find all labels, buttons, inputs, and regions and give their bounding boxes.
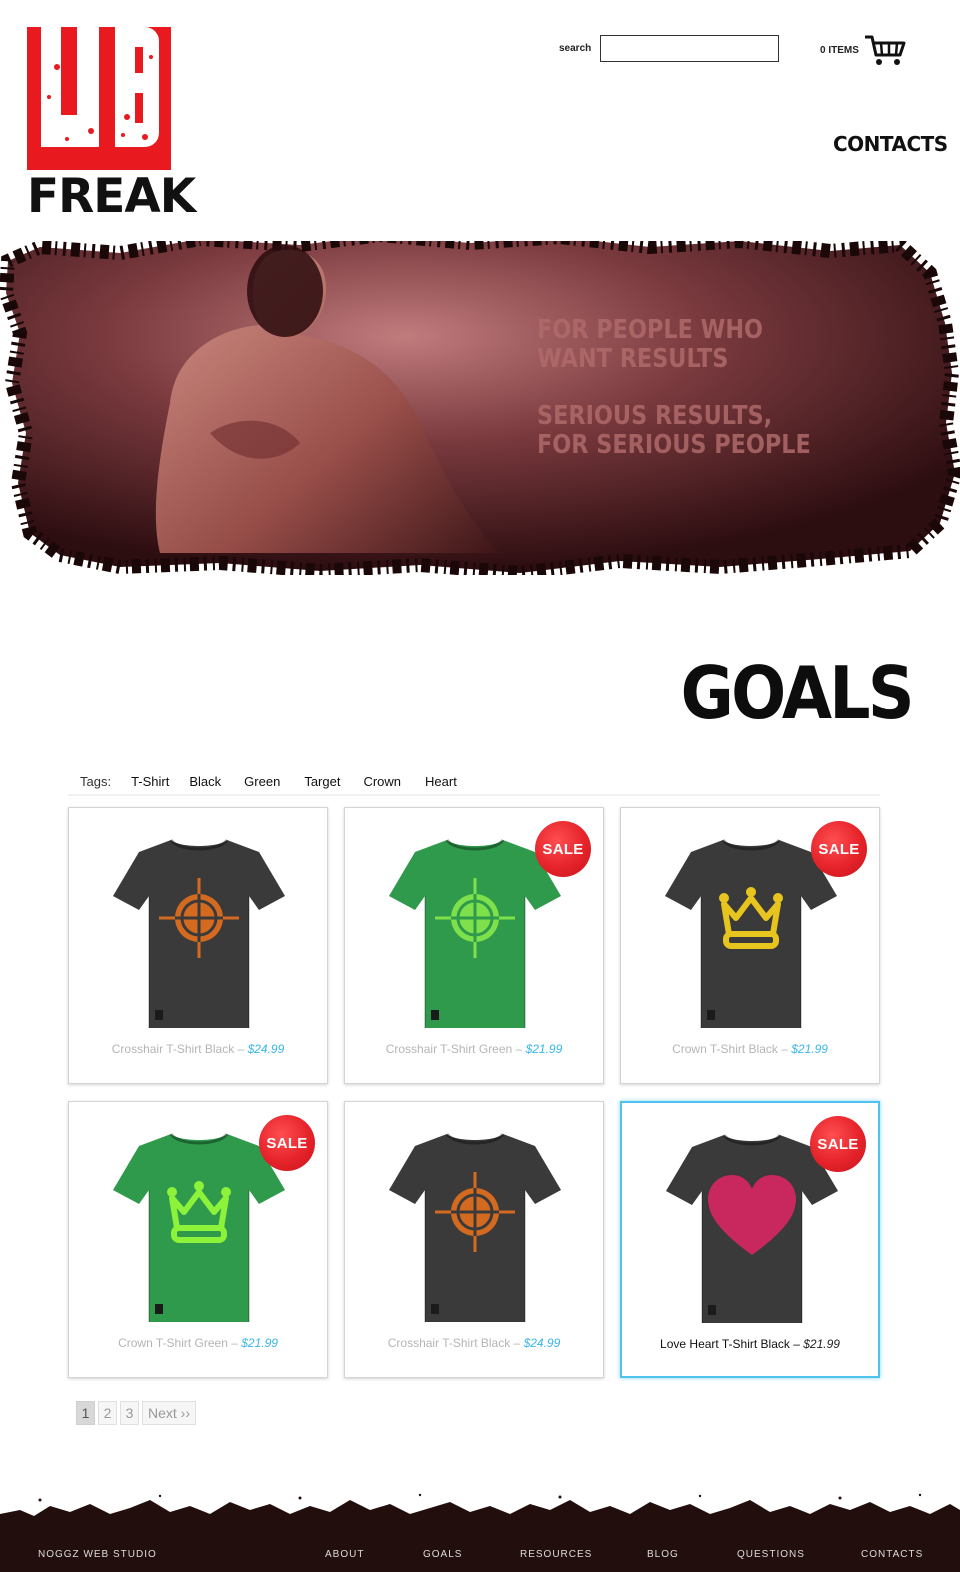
tag-target[interactable]: Target xyxy=(304,774,340,789)
tshirt-image[interactable] xyxy=(661,834,841,1034)
site-logo[interactable]: UB FREAK xyxy=(27,27,196,224)
tags-label: Tags: xyxy=(80,773,112,789)
tag-green[interactable]: Green xyxy=(244,774,280,789)
sale-badge: SALE xyxy=(810,1116,866,1172)
product-price: $24.99 xyxy=(247,1042,285,1056)
product-separator: – xyxy=(234,1042,248,1056)
page-title: GOALS xyxy=(680,651,915,735)
product-name[interactable]: Crosshair T-Shirt Black xyxy=(388,1336,510,1350)
hero-text-line-4: FOR SERIOUS PEOPLE xyxy=(537,430,811,460)
product-card[interactable]: SALE Love Heart T-Shirt Black – $21.99 xyxy=(620,1101,880,1378)
product-separator: – xyxy=(789,1337,804,1351)
page-3-button[interactable]: 3 xyxy=(120,1401,139,1425)
product-price: $21.99 xyxy=(791,1042,828,1056)
product-separator: – xyxy=(510,1336,524,1350)
tags-bar: Tags: T-Shirt Black Green Target Crown H… xyxy=(68,768,880,796)
hero-banner: FOR PEOPLE WHO WANT RESULTS SERIOUS RESU… xyxy=(0,233,960,583)
product-name[interactable]: Crosshair T-Shirt Black xyxy=(112,1042,234,1056)
tag-heart[interactable]: Heart xyxy=(425,774,457,789)
tshirt-image[interactable] xyxy=(385,1128,565,1328)
tag-black[interactable]: Black xyxy=(189,774,221,789)
sale-badge: SALE xyxy=(811,821,867,877)
tag-t-shirt[interactable]: T-Shirt xyxy=(131,774,169,789)
search-label: search xyxy=(559,43,592,54)
page-1-button[interactable]: 1 xyxy=(76,1401,95,1425)
tshirt-image[interactable] xyxy=(109,834,289,1034)
footer-nav-resources[interactable]: RESOURCES xyxy=(520,1549,592,1560)
footer-brand[interactable]: NOGGZ WEB STUDIO xyxy=(38,1549,157,1560)
hero-text-line-2: WANT RESULTS xyxy=(537,344,729,374)
product-caption[interactable]: Crown T-Shirt Green – $21.99 xyxy=(69,1336,327,1350)
product-card[interactable]: SALE Crown T-Shirt Green – $21.99 xyxy=(68,1101,328,1378)
product-card[interactable]: Crosshair T-Shirt Black – $24.99 xyxy=(344,1101,604,1378)
sale-badge: SALE xyxy=(535,821,591,877)
logo-ub-block: UB xyxy=(27,27,171,170)
shopping-cart-icon[interactable] xyxy=(864,33,906,67)
footer-nav-questions[interactable]: QUESTIONS xyxy=(737,1549,805,1560)
footer-nav-goals[interactable]: GOALS xyxy=(423,1549,462,1560)
tag-crown[interactable]: Crown xyxy=(363,774,401,789)
hero-text-line-3: SERIOUS RESULTS, xyxy=(537,401,773,431)
product-card[interactable]: SALE Crown T-Shirt Black – $21.99 xyxy=(620,807,880,1084)
product-name[interactable]: Crown T-Shirt Green xyxy=(118,1336,228,1350)
sale-badge: SALE xyxy=(259,1115,315,1171)
logo-freak-text: FREAK xyxy=(27,169,196,224)
product-separator: – xyxy=(777,1042,792,1056)
pagination: 1 2 3 Next ›› xyxy=(76,1401,196,1425)
tshirt-image[interactable] xyxy=(385,834,565,1034)
tshirt-image[interactable] xyxy=(109,1128,289,1328)
product-price: $21.99 xyxy=(803,1337,840,1351)
cart-item-count[interactable]: 0 ITEMS xyxy=(820,45,859,56)
product-name[interactable]: Crosshair T-Shirt Green xyxy=(386,1042,513,1056)
product-caption[interactable]: Crown T-Shirt Black – $21.99 xyxy=(621,1042,879,1056)
product-caption[interactable]: Crosshair T-Shirt Black – $24.99 xyxy=(345,1336,603,1350)
product-name[interactable]: Love Heart T-Shirt Black xyxy=(660,1337,790,1351)
product-caption[interactable]: Crosshair T-Shirt Black – $24.99 xyxy=(69,1042,327,1056)
search-input[interactable] xyxy=(600,35,779,62)
page-2-button[interactable]: 2 xyxy=(98,1401,117,1425)
product-price: $24.99 xyxy=(523,1336,561,1350)
hero-text-line-1: FOR PEOPLE WHO xyxy=(537,315,764,345)
hero-grunge-image xyxy=(0,233,960,583)
header-contacts-link[interactable]: CONTACTS xyxy=(833,132,948,156)
next-page-button[interactable]: Next ›› xyxy=(142,1401,196,1425)
product-separator: – xyxy=(512,1042,526,1056)
footer-nav-contacts[interactable]: CONTACTS xyxy=(861,1549,923,1560)
product-price: $21.99 xyxy=(241,1336,278,1350)
product-card[interactable]: Crosshair T-Shirt Black – $24.99 xyxy=(68,807,328,1084)
product-name[interactable]: Crown T-Shirt Black xyxy=(672,1042,778,1056)
product-caption[interactable]: Crosshair T-Shirt Green – $21.99 xyxy=(345,1042,603,1056)
product-separator: – xyxy=(227,1336,242,1350)
site-footer: NOGGZ WEB STUDIO ABOUT GOALS RESOURCES B… xyxy=(0,1524,960,1572)
product-price: $21.99 xyxy=(525,1042,563,1056)
product-card[interactable]: SALE Crosshair T-Shirt Green – $21.99 xyxy=(344,807,604,1084)
footer-nav-about[interactable]: ABOUT xyxy=(325,1549,364,1560)
footer-grunge-edge xyxy=(0,1493,960,1528)
product-caption[interactable]: Love Heart T-Shirt Black – $21.99 xyxy=(622,1337,878,1351)
footer-nav-blog[interactable]: BLOG xyxy=(647,1549,679,1560)
